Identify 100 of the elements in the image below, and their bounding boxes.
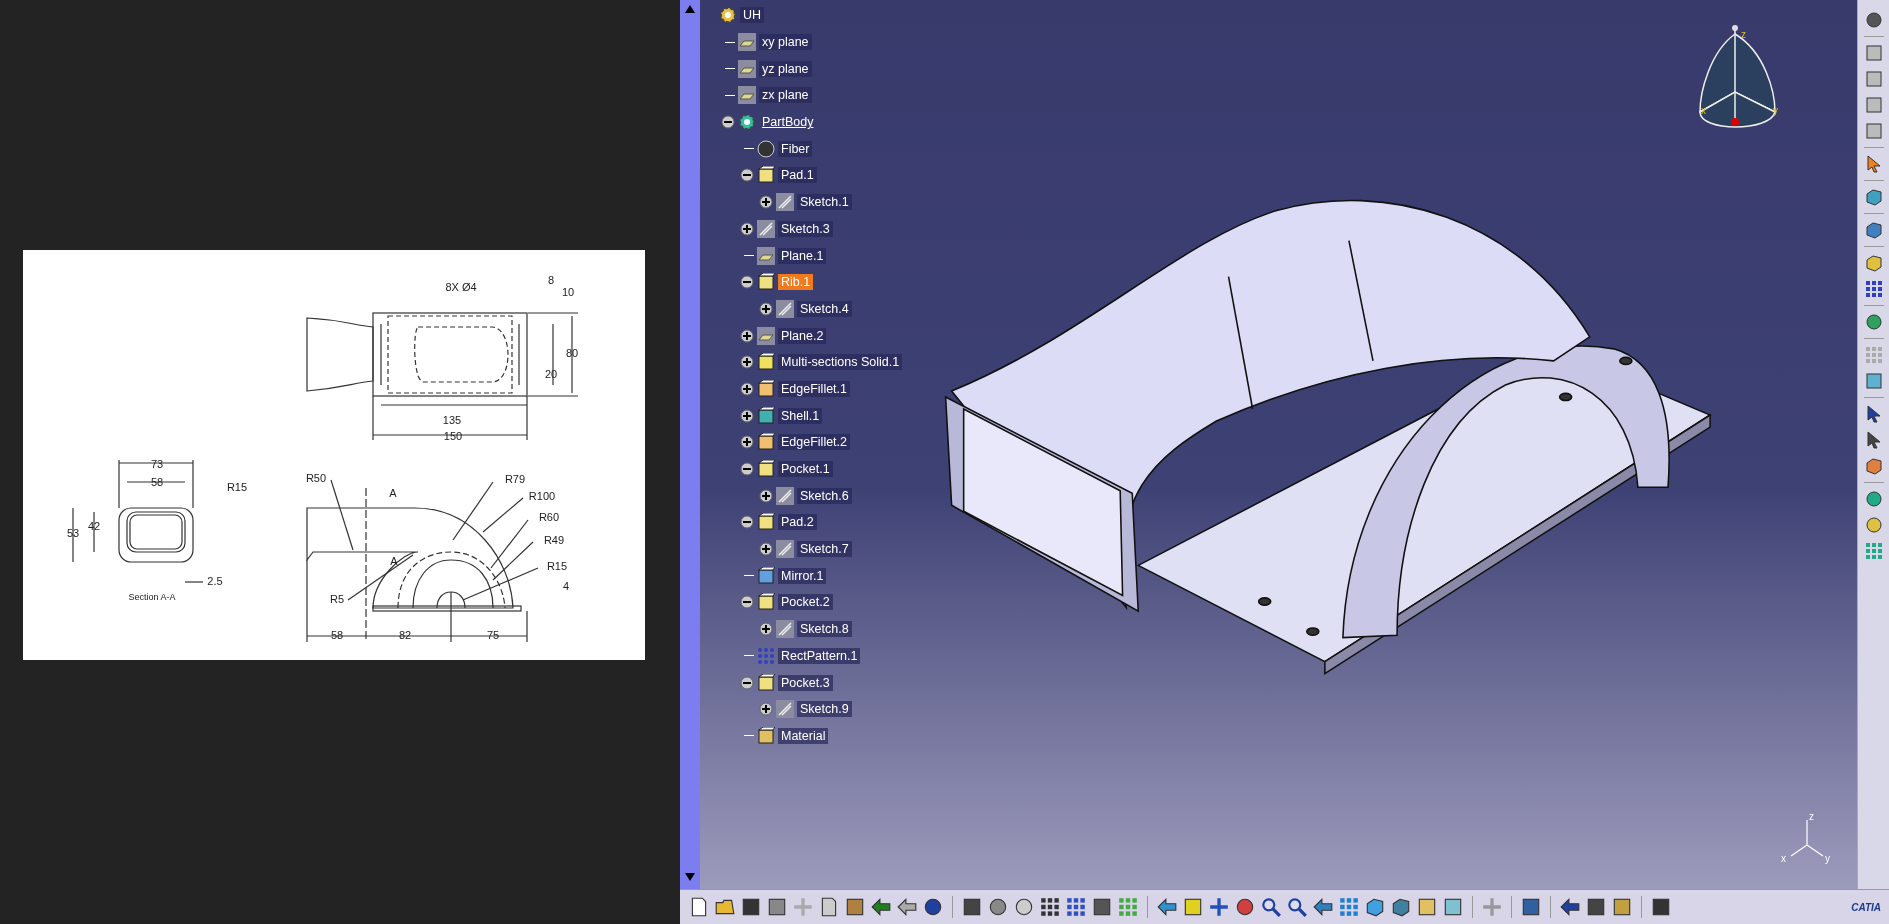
plane-icon xyxy=(738,33,756,52)
sketch-icon xyxy=(757,219,775,238)
tree-item[interactable]: yz plane xyxy=(759,60,812,77)
tree-item[interactable]: Pad.1 xyxy=(778,167,817,184)
expand-toggle[interactable] xyxy=(759,542,773,557)
tree-item[interactable]: Sketch.6 xyxy=(797,487,852,504)
tree-item[interactable]: Sketch.3 xyxy=(778,220,833,237)
expand-toggle[interactable] xyxy=(740,221,754,236)
dimension-label: A xyxy=(390,554,398,567)
3d-part-drawing[interactable] xyxy=(944,199,1712,676)
sheet-icon[interactable] xyxy=(1863,43,1884,63)
dot-grid-icon xyxy=(757,646,775,665)
dimension-label: R60 xyxy=(538,510,560,523)
zoom-in-icon[interactable] xyxy=(1260,896,1282,918)
expand-toggle[interactable] xyxy=(759,195,773,210)
tree-item[interactable]: EdgeFillet.2 xyxy=(778,434,850,451)
expand-toggle[interactable] xyxy=(721,115,735,130)
tree-item[interactable]: Sketch.4 xyxy=(797,300,852,317)
dimension-label: 58 xyxy=(150,475,164,488)
expand-toggle[interactable] xyxy=(740,435,754,450)
dimension-label: 73 xyxy=(150,457,164,470)
dot-grid-icon[interactable] xyxy=(1863,279,1884,299)
tree-item[interactable]: Shell.1 xyxy=(778,407,823,424)
dimension-label: 58 xyxy=(330,628,344,641)
sheet-icon[interactable] xyxy=(1863,121,1884,141)
tree-item[interactable]: Mirror.1 xyxy=(778,567,827,584)
catia-logo: CATIA xyxy=(1851,901,1881,913)
sketch-icon xyxy=(776,620,794,639)
dimension-label: R15 xyxy=(546,559,568,572)
dimension-label: 20 xyxy=(544,367,558,380)
tree-item[interactable]: Pad.2 xyxy=(778,514,817,531)
dimension-label: 10 xyxy=(561,285,575,298)
sketch-icon xyxy=(776,486,794,505)
cube-icon[interactable] xyxy=(1364,896,1386,918)
tree-item[interactable]: Sketch.9 xyxy=(797,701,852,718)
tree-item[interactable]: zx plane xyxy=(759,87,812,104)
expand-toggle[interactable] xyxy=(759,622,773,637)
expand-toggle[interactable] xyxy=(759,702,773,717)
dimension-label: 8 xyxy=(547,273,555,286)
tree-item[interactable]: Sketch.1 xyxy=(797,194,852,211)
dimension-label: R50 xyxy=(305,471,327,484)
gear-icon xyxy=(738,113,756,132)
plane-icon xyxy=(738,86,756,105)
tree-item[interactable]: Fiber xyxy=(778,140,813,157)
tree-item[interactable]: Sketch.8 xyxy=(797,621,852,638)
3d-viewport[interactable] xyxy=(700,0,1857,889)
expand-toggle[interactable] xyxy=(740,168,754,183)
sheet-icon[interactable] xyxy=(1863,69,1884,89)
zoom-out-icon[interactable] xyxy=(1286,896,1308,918)
dimension-label: 4 xyxy=(562,579,570,592)
tree-item[interactable]: UH xyxy=(740,7,765,24)
tree-item[interactable]: EdgeFillet.1 xyxy=(778,380,850,397)
sketch-icon xyxy=(776,540,794,559)
tree-item[interactable]: RectPattern.1 xyxy=(778,647,861,664)
tree-item[interactable]: Multi-sections Solid.1 xyxy=(778,354,903,371)
scroll-up-icon[interactable] xyxy=(683,3,697,15)
expand-toggle[interactable] xyxy=(740,462,754,477)
dimension-label: 8X Ø4 xyxy=(445,280,477,293)
scroll-down-icon[interactable] xyxy=(683,871,697,883)
dimension-label: 80 xyxy=(565,346,579,359)
expand-toggle[interactable] xyxy=(759,301,773,316)
dimension-label: R100 xyxy=(528,489,556,502)
scrollbar[interactable] xyxy=(680,0,700,889)
expand-toggle[interactable] xyxy=(740,675,754,690)
dimension-label: 135 xyxy=(442,413,462,426)
dimension-label: R79 xyxy=(504,472,526,485)
compass-drawing[interactable]: z x y xyxy=(1695,22,1785,162)
tree-item[interactable]: Pocket.3 xyxy=(778,674,833,691)
expand-toggle[interactable] xyxy=(740,408,754,423)
plane-icon xyxy=(757,326,775,345)
dimension-label: 150 xyxy=(443,429,463,442)
table-icon[interactable] xyxy=(1039,896,1061,918)
dimension-label: R49 xyxy=(543,533,565,546)
tree-item[interactable]: Plane.1 xyxy=(778,247,827,264)
expand-toggle[interactable] xyxy=(740,275,754,290)
sketch-icon xyxy=(776,700,794,719)
expand-toggle[interactable] xyxy=(740,381,754,396)
tree-item[interactable]: Pocket.1 xyxy=(778,461,833,478)
tree-item[interactable]: Plane.2 xyxy=(778,327,827,344)
expand-toggle[interactable] xyxy=(740,355,754,370)
dimension-label: 42 xyxy=(87,519,101,532)
dimension-label: 53 xyxy=(66,526,80,539)
dimension-label: 82 xyxy=(398,628,412,641)
tree-item[interactable]: Sketch.7 xyxy=(797,541,852,558)
box-icon[interactable] xyxy=(1863,371,1884,391)
dimension-label: Section A-A xyxy=(128,592,176,603)
gear-icon xyxy=(719,6,737,25)
expand-toggle[interactable] xyxy=(740,595,754,610)
sheet-icon[interactable] xyxy=(1863,95,1884,115)
expand-toggle[interactable] xyxy=(740,515,754,530)
expand-toggle[interactable] xyxy=(740,328,754,343)
sketch-icon xyxy=(776,193,794,212)
plane-icon xyxy=(738,59,756,78)
tree-item[interactable]: Material xyxy=(778,727,829,744)
tree-item[interactable]: PartBody xyxy=(759,114,817,131)
tree-item[interactable]: Pocket.2 xyxy=(778,594,833,611)
tree-item[interactable]: xy plane xyxy=(759,34,812,51)
expand-toggle[interactable] xyxy=(759,488,773,503)
sketch-icon xyxy=(776,299,794,318)
dimension-label: R15 xyxy=(226,480,248,493)
